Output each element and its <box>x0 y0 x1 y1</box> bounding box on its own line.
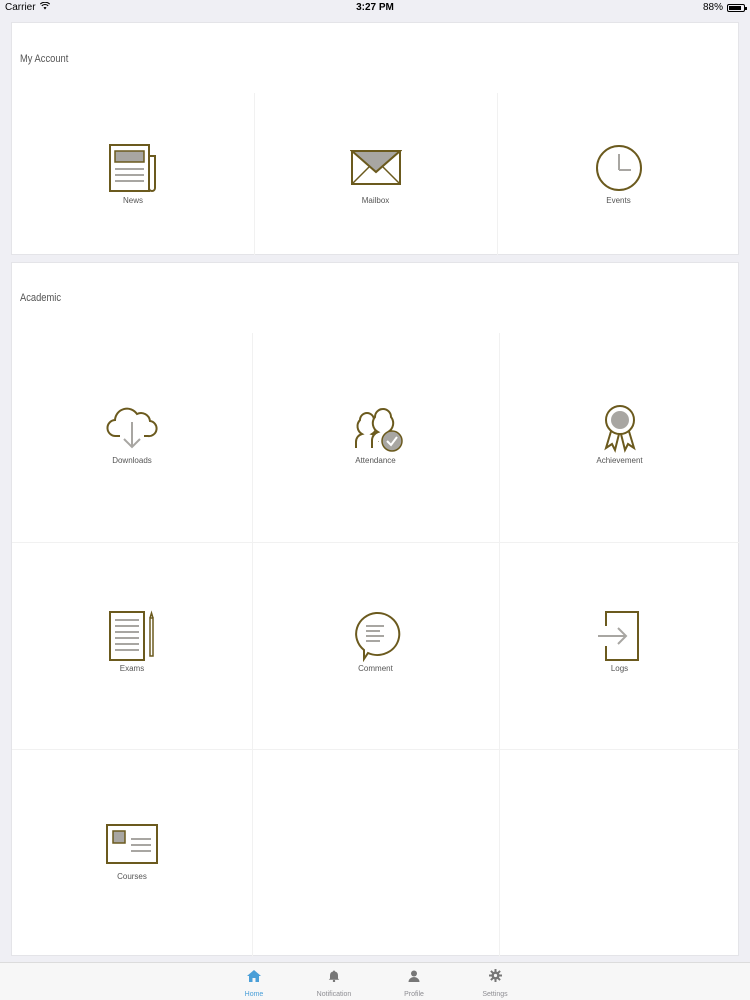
tile-downloads[interactable]: Downloads <box>12 393 252 473</box>
tile-courses[interactable]: Courses <box>12 809 252 889</box>
status-bar: Carrier 3:27 PM 88% <box>0 0 750 16</box>
battery-icon <box>727 3 747 12</box>
tab-profile[interactable]: Profile <box>384 969 444 998</box>
login-arrow-icon <box>594 610 646 662</box>
tab-label: Profile <box>404 991 424 998</box>
my-account-card: My Account News Mailbox Events <box>11 22 739 255</box>
tile-attendance[interactable]: Attendance <box>252 393 499 473</box>
clock-time: 3:27 PM <box>356 2 394 13</box>
cloud-download-icon <box>106 402 158 454</box>
tile-mailbox[interactable]: Mailbox <box>254 133 497 213</box>
tile-label: Events <box>606 195 631 205</box>
tile-news[interactable]: News <box>12 133 254 213</box>
tile-logs[interactable]: Logs <box>499 601 740 681</box>
award-ribbon-icon <box>594 402 646 454</box>
tile-label: Comment <box>358 663 393 673</box>
document-pencil-icon <box>106 609 158 662</box>
tile-achievement[interactable]: Achievement <box>499 393 740 473</box>
divider <box>12 542 740 543</box>
tab-notification[interactable]: Notification <box>304 969 364 998</box>
newspaper-icon <box>107 142 159 194</box>
tile-label: Mailbox <box>361 195 390 205</box>
tile-label: Logs <box>610 663 629 673</box>
divider <box>12 749 740 750</box>
tile-label: Achievement <box>596 455 643 465</box>
tile-label: News <box>122 195 143 205</box>
tab-bar: Home Notification Profile Settings <box>0 962 750 1000</box>
person-icon <box>408 969 420 987</box>
tab-label: Home <box>244 991 264 998</box>
my-account-title: My Account <box>20 53 69 65</box>
home-icon <box>247 969 261 987</box>
tab-label: Settings <box>482 991 508 998</box>
tab-home[interactable]: Home <box>224 969 284 998</box>
status-right: 88% <box>702 2 747 13</box>
envelope-icon <box>349 142 402 194</box>
clock-icon <box>593 142 645 194</box>
tile-comment[interactable]: Comment <box>252 601 499 681</box>
tab-label: Notification <box>316 991 352 998</box>
speech-bubble-icon <box>350 610 402 662</box>
tile-label: Attendance <box>355 455 396 465</box>
academic-title: Academic <box>20 292 62 304</box>
course-card-icon <box>105 818 159 870</box>
battery-percent: 88% <box>702 2 723 13</box>
tile-exams[interactable]: Exams <box>12 601 252 681</box>
gear-icon <box>488 969 502 987</box>
users-check-icon <box>348 402 404 454</box>
tile-label: Courses <box>117 871 147 881</box>
tile-label: Exams <box>119 663 145 673</box>
tile-label: Downloads <box>112 455 152 465</box>
tab-settings[interactable]: Settings <box>465 969 525 998</box>
academic-card: Academic Downloads Attendance Achievemen… <box>11 262 740 957</box>
bell-icon <box>328 969 340 987</box>
tile-events[interactable]: Events <box>497 133 740 213</box>
